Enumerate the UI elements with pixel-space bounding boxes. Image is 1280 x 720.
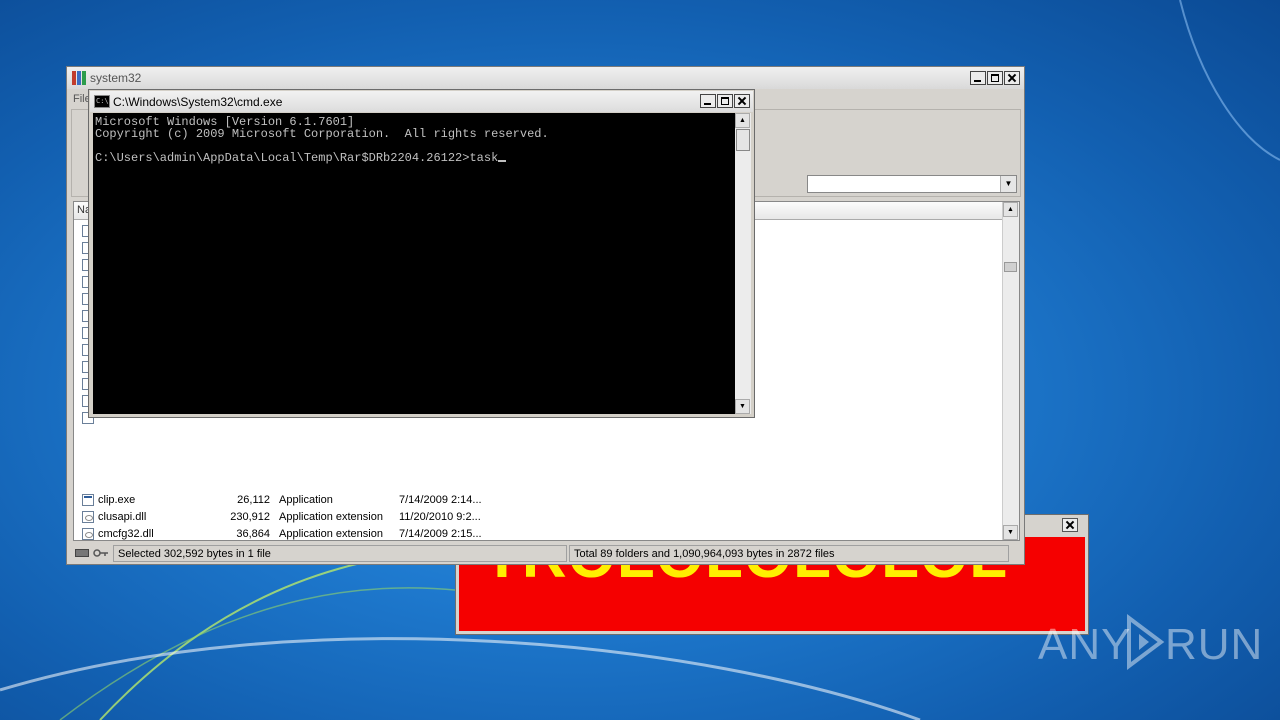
file-modified: 7/14/2009 2:15... xyxy=(399,528,482,540)
dll-file-icon xyxy=(82,511,94,523)
scroll-up-icon[interactable]: ▲ xyxy=(1003,202,1018,217)
cmd-minimize-button[interactable] xyxy=(700,94,716,108)
cmd-scrollbar[interactable]: ▲ ▼ xyxy=(735,113,751,414)
address-dropdown[interactable]: ▼ xyxy=(807,175,1017,193)
key-icon[interactable] xyxy=(93,548,109,558)
cmd-title: C:\Windows\System32\cmd.exe xyxy=(113,95,283,109)
anyrun-watermark: ANY RUN xyxy=(1038,612,1262,672)
exe-file-icon xyxy=(82,494,94,506)
console-prompt-line: C:\Users\admin\AppData\Local\Temp\Rar$DR… xyxy=(95,151,499,165)
file-type: Application extension xyxy=(279,528,383,540)
console-output[interactable]: Microsoft Windows [Version 6.1.7601] Cop… xyxy=(93,113,735,414)
file-modified: 7/14/2009 2:14... xyxy=(399,494,482,506)
text-cursor xyxy=(498,160,507,162)
file-type: Application xyxy=(279,494,333,506)
winrar-title: system32 xyxy=(90,71,142,85)
console-icon: C:\ xyxy=(94,95,110,108)
winrar-close-button[interactable] xyxy=(1004,71,1020,85)
status-selection: Selected 302,592 bytes in 1 file xyxy=(113,545,567,562)
file-size: 230,912 xyxy=(230,511,270,523)
console-line: Copyright (c) 2009 Microsoft Corporation… xyxy=(95,127,549,141)
scroll-thumb[interactable] xyxy=(1004,262,1017,272)
file-modified: 11/20/2010 9:2... xyxy=(399,511,481,523)
watermark-any: ANY xyxy=(1038,620,1132,669)
watermark-run: RUN xyxy=(1165,620,1264,669)
winrar-app-icon xyxy=(72,71,86,85)
scroll-down-icon[interactable]: ▼ xyxy=(735,399,750,414)
file-name: clip.exe xyxy=(98,494,136,506)
status-bar: Selected 302,592 bytes in 1 file Total 8… xyxy=(71,545,1021,563)
file-type: Application extension xyxy=(279,511,383,523)
winrar-titlebar[interactable]: system32 xyxy=(67,67,1024,89)
troll-close-button[interactable] xyxy=(1062,518,1078,532)
winrar-maximize-button[interactable] xyxy=(987,71,1003,85)
chevron-down-icon[interactable]: ▼ xyxy=(1000,176,1016,192)
file-size: 26,112 xyxy=(237,494,270,506)
scroll-thumb[interactable] xyxy=(736,129,750,151)
cmd-window[interactable]: C:\ C:\Windows\System32\cmd.exe Microsof… xyxy=(88,89,755,418)
cmd-maximize-button[interactable] xyxy=(717,94,733,108)
cmd-close-button[interactable] xyxy=(734,94,750,108)
scroll-up-icon[interactable]: ▲ xyxy=(735,113,750,128)
scroll-down-icon[interactable]: ▼ xyxy=(1003,525,1018,540)
cmd-titlebar[interactable]: C:\ C:\Windows\System32\cmd.exe xyxy=(90,91,753,112)
file-name: clusapi.dll xyxy=(98,511,147,523)
status-total: Total 89 folders and 1,090,964,093 bytes… xyxy=(569,545,1009,562)
file-name: cmcfg32.dll xyxy=(98,528,154,540)
dll-file-icon xyxy=(82,528,94,540)
winrar-minimize-button[interactable] xyxy=(970,71,986,85)
file-size: 36,864 xyxy=(236,528,270,540)
file-row[interactable]: clusapi.dll 230,912 Application extension 1… xyxy=(77,509,489,526)
file-row[interactable]: cmcfg32.dll 36,864 Application extension 7/… xyxy=(77,526,489,540)
play-icon xyxy=(1127,614,1165,670)
file-row[interactable]: clip.exe 26,112 Application 7/14/2009 2:14.… xyxy=(77,492,489,509)
file-list-scrollbar[interactable]: ▲ ▼ xyxy=(1002,202,1019,540)
drive-icon[interactable] xyxy=(75,549,89,557)
